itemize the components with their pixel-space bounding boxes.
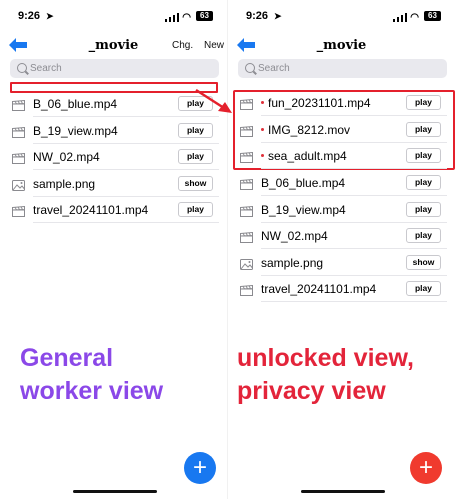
status-bar: 9:26 ➤ ◠ 63 (228, 10, 455, 26)
clapperboard-icon (240, 177, 253, 190)
home-indicator (301, 490, 385, 493)
file-name: NW_02.mp4 (261, 229, 328, 243)
private-file-row[interactable]: sea_adult.mp4 play (238, 143, 447, 169)
play-button[interactable]: play (178, 122, 213, 138)
show-button[interactable]: show (178, 175, 213, 191)
file-name: sample.png (261, 255, 324, 270)
file-row[interactable]: NW_02.mp4 play (238, 223, 447, 249)
file-row[interactable]: sample.png show (238, 250, 447, 276)
play-button[interactable]: play (406, 121, 441, 137)
battery-icon: 63 (424, 11, 441, 21)
row-separator (261, 301, 447, 302)
file-name: B_19_view.mp4 (33, 123, 118, 138)
home-indicator (73, 490, 157, 493)
file-row[interactable]: NW_02.mp4 play (10, 144, 219, 170)
view-caption: unlocked view, privacy view (237, 342, 414, 408)
search-input[interactable]: Search (238, 59, 447, 78)
row-separator (33, 222, 219, 223)
battery-icon: 63 (196, 11, 213, 21)
change-button[interactable]: Chg. (172, 40, 193, 51)
clapperboard-icon (240, 204, 253, 217)
clapperboard-icon (240, 124, 253, 137)
play-button[interactable]: play (406, 95, 441, 110)
image-icon (12, 178, 25, 191)
search-placeholder: Search (258, 63, 290, 74)
clapperboard-icon (12, 125, 25, 138)
file-row[interactable]: B_19_view.mp4 play (10, 118, 219, 144)
play-button[interactable]: play (406, 281, 441, 296)
file-name: B_06_blue.mp4 (33, 97, 118, 111)
file-name: NW_02.mp4 (33, 150, 100, 164)
private-indicator-dot (261, 101, 264, 104)
clapperboard-icon (240, 283, 253, 296)
cellular-signal-icon (393, 13, 407, 22)
play-button[interactable]: play (178, 149, 213, 164)
caption-line: privacy view (237, 377, 386, 405)
image-icon (240, 257, 253, 270)
search-placeholder: Search (30, 63, 62, 74)
add-button[interactable]: + (410, 452, 442, 484)
clapperboard-icon (240, 230, 253, 243)
search-input[interactable]: Search (10, 59, 219, 78)
file-name: sample.png (33, 176, 96, 191)
wifi-icon: ◠ (182, 12, 191, 23)
play-button[interactable]: play (406, 148, 441, 163)
location-arrow-icon: ➤ (274, 11, 282, 21)
status-time: 9:26 (246, 10, 269, 22)
file-name: fun_20231101.mp4 (268, 96, 371, 110)
cellular-signal-icon (165, 13, 179, 22)
row-separator (261, 168, 447, 169)
general-worker-view-panel: 9:26 ➤ ◠ 63 _movie Chg. New Search B_06_… (0, 0, 227, 499)
status-time: 9:26 (18, 10, 41, 22)
clapperboard-icon (12, 151, 25, 164)
play-button[interactable]: play (178, 202, 213, 217)
private-file-row[interactable]: IMG_8212.mov play (238, 117, 447, 143)
file-name: sea_adult.mp4 (268, 149, 347, 163)
clapperboard-icon (12, 98, 25, 111)
privacy-view-panel: 9:26 ➤ ◠ 63 _movie Search fun_20231101.m… (228, 0, 455, 499)
red-arrow-icon (195, 88, 232, 113)
wifi-icon: ◠ (410, 12, 419, 23)
file-row[interactable]: B_06_blue.mp4 play (10, 91, 219, 117)
private-file-row[interactable]: fun_20231101.mp4 play (238, 90, 447, 116)
page-title: _movie (316, 38, 367, 53)
file-name: IMG_8212.mov (268, 122, 351, 137)
clapperboard-icon (240, 97, 253, 110)
file-name: B_19_view.mp4 (261, 202, 346, 217)
file-row[interactable]: B_06_blue.mp4 play (238, 170, 447, 196)
add-button[interactable]: + (184, 452, 216, 484)
play-button[interactable]: play (406, 228, 441, 243)
new-button[interactable]: New (204, 40, 224, 51)
caption-line: unlocked view, (237, 344, 414, 372)
file-row[interactable]: B_19_view.mp4 play (238, 197, 447, 223)
status-bar: 9:26 ➤ ◠ 63 (0, 10, 227, 26)
search-icon (17, 63, 27, 73)
file-row[interactable]: sample.png show (10, 171, 219, 197)
file-name: B_06_blue.mp4 (261, 176, 346, 190)
clapperboard-icon (240, 150, 253, 163)
search-icon (245, 63, 255, 73)
file-row[interactable]: travel_20241101.mp4 play (10, 197, 219, 223)
caption-line: General (20, 344, 114, 372)
play-button[interactable]: play (406, 201, 441, 217)
private-indicator-dot (261, 127, 264, 131)
file-name: travel_20241101.mp4 (261, 282, 377, 296)
file-row[interactable]: travel_20241101.mp4 play (238, 276, 447, 302)
private-indicator-dot (261, 154, 264, 157)
show-button[interactable]: show (406, 254, 441, 270)
play-button[interactable]: play (406, 175, 441, 190)
caption-line: worker view (20, 377, 164, 405)
file-name: travel_20241101.mp4 (33, 203, 149, 217)
location-arrow-icon: ➤ (46, 11, 54, 21)
view-caption: General worker view (20, 342, 163, 408)
clapperboard-icon (12, 204, 25, 217)
